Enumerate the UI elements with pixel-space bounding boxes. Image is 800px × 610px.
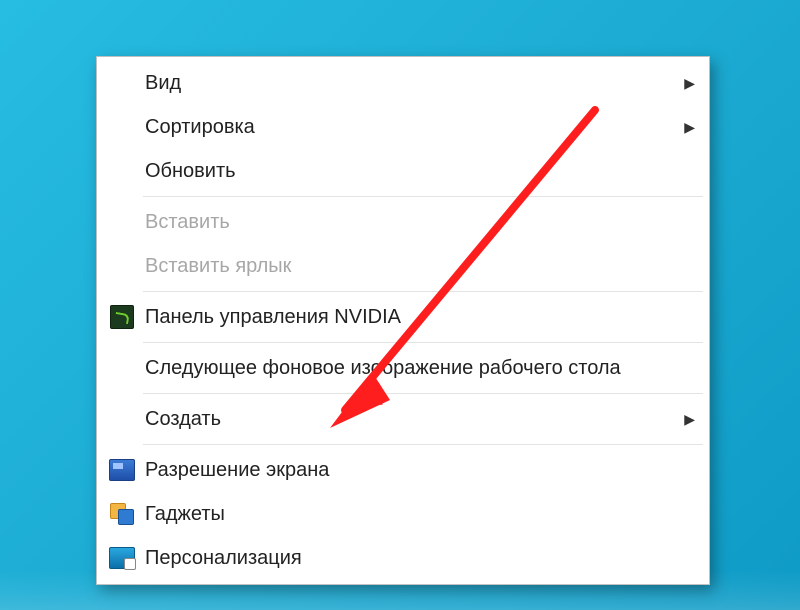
blank-icon xyxy=(105,113,139,141)
resolution-icon xyxy=(105,456,139,484)
desktop-context-menu: Вид▶Сортировка▶ОбновитьВставитьВставить … xyxy=(96,56,710,585)
menu-item-label: Создать xyxy=(145,409,681,429)
menu-item-label: Панель управления NVIDIA xyxy=(145,307,697,327)
desktop-background[interactable]: Вид▶Сортировка▶ОбновитьВставитьВставить … xyxy=(0,0,800,610)
blank-icon xyxy=(105,208,139,236)
menu-item-personalize[interactable]: Персонализация xyxy=(99,536,707,580)
menu-item-paste: Вставить xyxy=(99,200,707,244)
menu-item-label: Разрешение экрана xyxy=(145,460,697,480)
menu-item-label: Обновить xyxy=(145,161,697,181)
menu-separator xyxy=(143,393,703,394)
menu-item-view[interactable]: Вид▶ xyxy=(99,61,707,105)
menu-item-label: Вставить xyxy=(145,212,697,232)
menu-separator xyxy=(143,444,703,445)
nvidia-icon xyxy=(105,303,139,331)
blank-icon xyxy=(105,252,139,280)
blank-icon xyxy=(105,157,139,185)
menu-item-label: Персонализация xyxy=(145,548,697,568)
menu-item-next-bg[interactable]: Следующее фоновое изображение рабочего с… xyxy=(99,346,707,390)
blank-icon xyxy=(105,405,139,433)
menu-item-gadgets[interactable]: Гаджеты xyxy=(99,492,707,536)
menu-item-new[interactable]: Создать▶ xyxy=(99,397,707,441)
menu-item-label: Гаджеты xyxy=(145,504,697,524)
submenu-arrow-icon: ▶ xyxy=(681,120,697,134)
menu-item-refresh[interactable]: Обновить xyxy=(99,149,707,193)
menu-separator xyxy=(143,291,703,292)
blank-icon xyxy=(105,354,139,382)
menu-item-nvidia[interactable]: Панель управления NVIDIA xyxy=(99,295,707,339)
personalize-icon xyxy=(105,544,139,572)
menu-separator xyxy=(143,196,703,197)
submenu-arrow-icon: ▶ xyxy=(681,76,697,90)
menu-item-resolution[interactable]: Разрешение экрана xyxy=(99,448,707,492)
menu-item-label: Вставить ярлык xyxy=(145,256,697,276)
menu-item-label: Следующее фоновое изображение рабочего с… xyxy=(145,358,697,378)
menu-item-label: Сортировка xyxy=(145,117,681,137)
menu-item-paste-lnk: Вставить ярлык xyxy=(99,244,707,288)
blank-icon xyxy=(105,69,139,97)
submenu-arrow-icon: ▶ xyxy=(681,412,697,426)
menu-item-label: Вид xyxy=(145,73,681,93)
gadgets-icon xyxy=(105,500,139,528)
menu-separator xyxy=(143,342,703,343)
menu-item-sort[interactable]: Сортировка▶ xyxy=(99,105,707,149)
